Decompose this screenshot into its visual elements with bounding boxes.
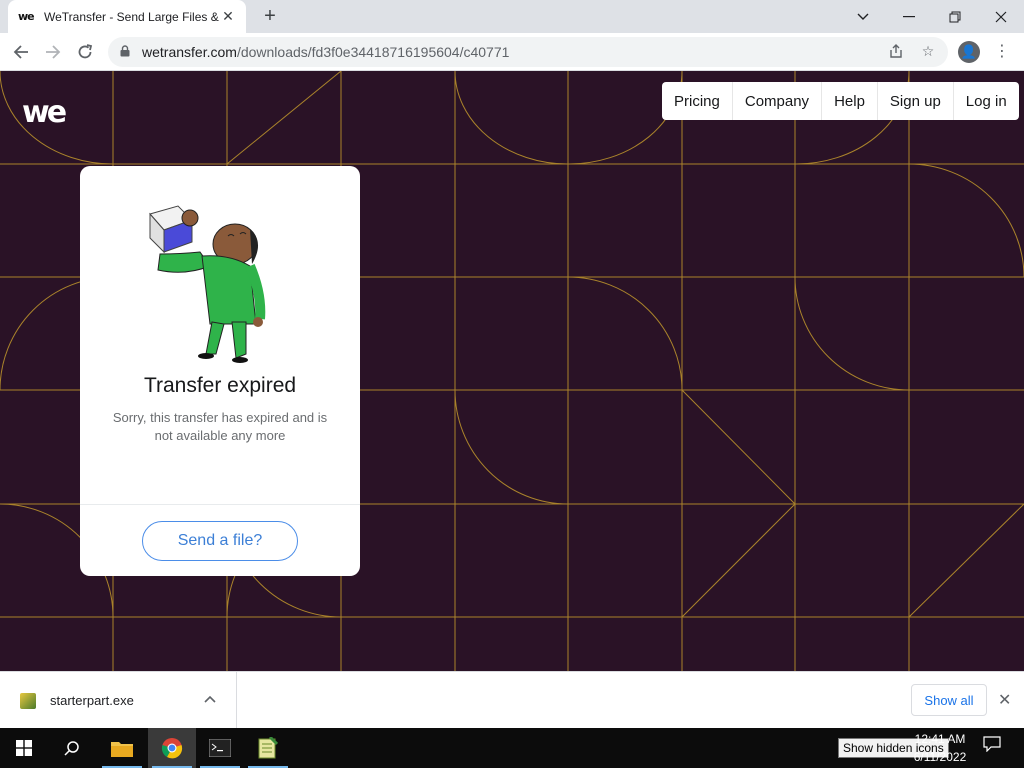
share-icon[interactable] bbox=[886, 43, 906, 61]
clock-date: 6/11/2022 bbox=[913, 750, 967, 764]
send-a-file-button[interactable]: Send a file? bbox=[142, 521, 298, 561]
search-icon[interactable] bbox=[48, 728, 96, 768]
windows-start-icon[interactable] bbox=[0, 728, 48, 768]
download-item[interactable]: starterpart.exe bbox=[0, 672, 237, 729]
tab-strip: we WeTransfer - Send Large Files & ✕ + bbox=[0, 0, 1024, 33]
new-tab-icon[interactable]: + bbox=[258, 4, 282, 28]
notepad-plus-icon[interactable] bbox=[244, 728, 292, 768]
nav-pricing[interactable]: Pricing bbox=[662, 82, 733, 120]
menu-kebab-icon[interactable]: ⋮ bbox=[992, 41, 1012, 63]
exe-file-icon bbox=[20, 692, 36, 709]
nav-company[interactable]: Company bbox=[733, 82, 823, 120]
reload-icon[interactable] bbox=[72, 39, 98, 65]
restore-icon[interactable] bbox=[932, 0, 978, 33]
notifications-icon[interactable] bbox=[980, 736, 1004, 760]
forward-icon[interactable] bbox=[40, 39, 66, 65]
transfer-card: Transfer expired Sorry, this transfer ha… bbox=[80, 166, 360, 576]
file-explorer-icon[interactable] bbox=[98, 728, 146, 768]
site-nav: Pricing Company Help Sign up Log in bbox=[662, 82, 1019, 120]
browser-tab[interactable]: we WeTransfer - Send Large Files & ✕ bbox=[8, 0, 246, 33]
transfer-expired-message: Sorry, this transfer has expired and is … bbox=[112, 410, 328, 443]
address-bar[interactable]: wetransfer.com/downloads/fd3f0e344187161… bbox=[108, 37, 948, 67]
url-domain: wetransfer.com bbox=[142, 44, 237, 60]
system-clock[interactable]: 12:41 AM 6/11/2022 bbox=[905, 730, 975, 766]
taskbar: Show hidden icons 12:41 AM 6/11/2022 bbox=[0, 728, 1024, 768]
bookmark-star-icon[interactable]: ☆ bbox=[918, 43, 938, 61]
page-content: we Pricing Company Help Sign up Log in T… bbox=[0, 71, 1024, 671]
url-path: /downloads/fd3f0e34418716195604/c40771 bbox=[236, 44, 510, 60]
lock-icon[interactable] bbox=[120, 44, 138, 60]
person-drinking-illustration bbox=[149, 205, 266, 363]
wetransfer-logo[interactable]: we bbox=[22, 95, 67, 130]
chrome-icon[interactable] bbox=[148, 728, 196, 768]
nav-help[interactable]: Help bbox=[822, 82, 878, 120]
tab-search-chevron-icon[interactable] bbox=[840, 0, 886, 33]
tab-title: WeTransfer - Send Large Files & bbox=[44, 9, 219, 24]
profile-avatar-icon[interactable]: 👤 bbox=[958, 41, 980, 63]
back-icon[interactable] bbox=[8, 39, 34, 65]
tab-close-icon[interactable]: ✕ bbox=[220, 8, 236, 25]
nav-log-in[interactable]: Log in bbox=[954, 82, 1019, 120]
download-options-chevron-icon[interactable] bbox=[204, 692, 216, 706]
nav-sign-up[interactable]: Sign up bbox=[878, 82, 954, 120]
command-prompt-icon[interactable] bbox=[196, 728, 244, 768]
clock-time: 12:41 AM bbox=[914, 732, 966, 746]
transfer-expired-title: Transfer expired bbox=[143, 374, 297, 397]
download-bar: starterpart.exe Show all ✕ bbox=[0, 671, 1024, 729]
card-divider bbox=[80, 504, 360, 505]
close-window-icon[interactable] bbox=[978, 0, 1024, 33]
url-text: wetransfer.com/downloads/fd3f0e344187161… bbox=[142, 44, 509, 60]
minimize-icon[interactable] bbox=[886, 0, 932, 33]
browser-toolbar: wetransfer.com/downloads/fd3f0e344187161… bbox=[0, 33, 1024, 71]
close-download-bar-icon[interactable]: ✕ bbox=[998, 690, 1011, 710]
wetransfer-favicon-icon: we bbox=[18, 10, 35, 23]
download-file-name: starterpart.exe bbox=[50, 693, 134, 708]
show-all-button[interactable]: Show all bbox=[911, 684, 987, 716]
